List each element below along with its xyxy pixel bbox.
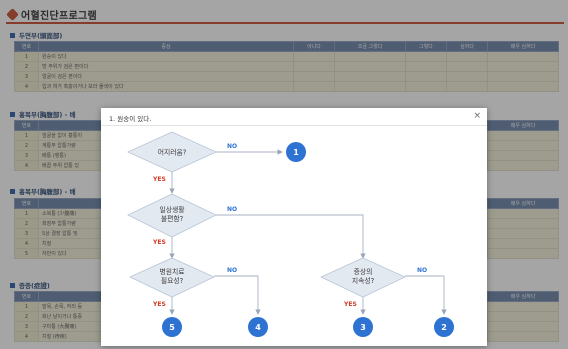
yes-label: YES: [152, 301, 166, 308]
result-label: 3: [360, 323, 366, 332]
result-node: 4: [248, 317, 268, 337]
yes-label: YES: [152, 176, 166, 183]
decision-flowchart: 어지러움? 일상생활 불편함? 병원치료 필요성? 증상의 지속성? YES Y…: [127, 131, 454, 337]
decision-node: 병원치료 필요성?: [129, 257, 215, 298]
result-label: 4: [255, 323, 261, 332]
decision-label: 병원치료: [159, 267, 184, 276]
decision-label: 어지러움?: [158, 148, 187, 157]
decision-label: 일상생활: [159, 205, 184, 214]
decision-label: 불편함?: [161, 214, 184, 223]
decision-node: 증상의 지속성?: [320, 257, 406, 298]
decision-node: 일상생활 불편함?: [127, 193, 217, 238]
decision-label: 필요성?: [161, 276, 184, 285]
no-label: NO: [417, 267, 427, 274]
flowchart-modal: 1. 원숭이 있다. × 어지러움? 일상생활 불편함? 병원치료 필요성? 증…: [101, 108, 487, 346]
result-node: 1: [286, 142, 306, 162]
no-label: NO: [227, 143, 237, 150]
no-label: NO: [227, 206, 237, 213]
result-node: 3: [353, 317, 373, 337]
decision-label: 증상의: [354, 267, 373, 276]
decision-node: 어지러움?: [127, 131, 217, 173]
result-node: 2: [434, 317, 454, 337]
result-label: 1: [293, 148, 299, 157]
result-label: 2: [441, 323, 447, 332]
yes-label: YES: [152, 239, 166, 246]
decision-label: 지속성?: [352, 276, 375, 285]
result-label: 5: [169, 323, 175, 332]
yes-label: YES: [343, 301, 357, 308]
result-node: 5: [162, 317, 182, 337]
no-label: NO: [227, 267, 237, 274]
